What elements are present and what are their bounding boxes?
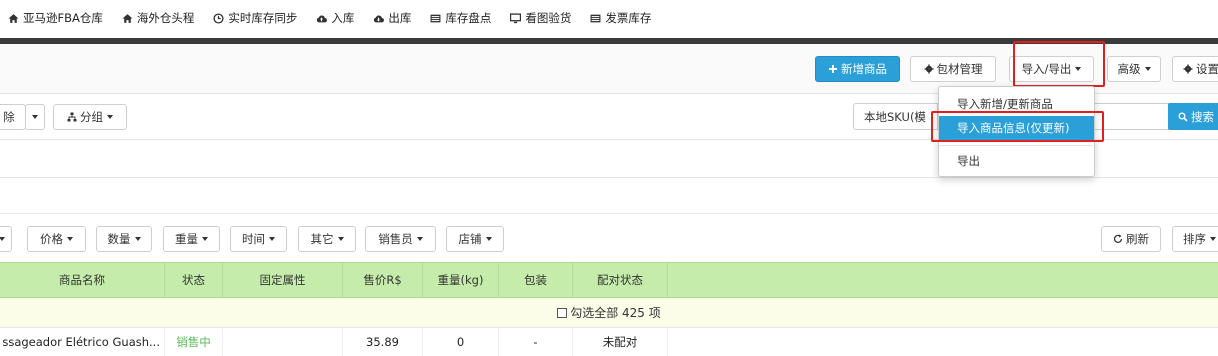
refresh-button[interactable]: 刷新 [1101,226,1161,252]
home-icon [8,13,19,23]
nav-item-outbound[interactable]: 出库 [373,10,411,26]
nav-item-amazon-fba[interactable]: 亚马逊FBA仓库 [8,10,103,26]
refresh-icon [1113,234,1123,243]
caret-down-icon [1075,67,1082,71]
caret-down-icon [134,237,141,241]
nav-item-stocktake[interactable]: 库存盘点 [430,10,491,26]
cell-status: 销售中 [165,328,223,356]
sku-field-select[interactable]: 本地SKU(模 [853,103,938,130]
cell-attr [223,328,343,356]
column-header-status[interactable]: 状态 [165,263,223,297]
caret-down-icon [416,237,423,241]
caret-down-icon [107,115,113,119]
nav-item-stock-sync[interactable]: 实时库存同步 [213,10,297,26]
cell-product-name[interactable]: ssageador Elétrico Guash... [0,328,165,356]
caret-down-icon [1210,237,1216,241]
list-icon [590,14,601,22]
cloud-upload-icon [317,15,328,22]
cell-price: 35.89 [343,328,423,356]
column-header-weight[interactable]: 重量(kg) [423,263,499,297]
settings-button[interactable]: 设置 [1172,56,1218,82]
search-input[interactable] [1093,103,1169,130]
plus-icon [829,65,837,73]
column-header-price[interactable]: 售价R$ [343,263,423,297]
sort-button[interactable]: 排序 [1172,226,1218,252]
nav-item-overseas[interactable]: 海外仓头程 [122,10,194,26]
delete-dropdown-toggle[interactable] [25,104,45,130]
select-all-label: 勾选全部 425 项 [570,306,661,320]
sitemap-icon [67,112,77,122]
column-header-attr[interactable]: 固定属性 [223,263,343,297]
gear-icon [1183,64,1193,74]
caret-down-icon [202,237,208,241]
caret-down-icon [67,237,73,241]
menu-item-import-new-update[interactable]: 导入新增/更新商品 [939,92,1094,116]
list-icon [430,14,441,22]
empty-row [0,178,1218,214]
table-header: 商品名称 状态 固定属性 售价R$ 重量(kg) 包装 配对状态 [0,262,1218,298]
delete-button[interactable]: 除 [0,104,26,130]
packaging-button[interactable]: 包材管理 [910,56,996,82]
cell-weight: 0 [423,328,499,356]
caret-down-icon [269,237,275,241]
filter-other[interactable]: 其它 [298,226,356,252]
advanced-button[interactable]: 高级 [1107,56,1161,82]
search-icon [1178,112,1188,122]
filter-price[interactable]: 价格 [27,226,86,252]
caret-down-icon [337,237,344,241]
select-all-row: 勾选全部 425 项 [0,298,1218,328]
filter-store[interactable]: 店铺 [446,226,504,252]
filter-bar: 价格 数量 重量 时间 其它 销售员 店铺 刷新 排序 [0,214,1218,262]
cell-match: 未配对 [573,328,668,356]
select-all-checkbox[interactable] [557,307,568,318]
nav-item-invoice-stock[interactable]: 发票库存 [590,10,651,26]
menu-item-import-update-only[interactable]: 导入商品信息(仅更新) [939,116,1094,140]
import-export-menu: 导入新增/更新商品 导入商品信息(仅更新) 导出 [938,86,1095,177]
cell-pack: - [499,328,573,356]
add-product-button[interactable]: 新增商品 [815,56,900,82]
filter-time[interactable]: 时间 [230,226,287,252]
top-nav: 亚马逊FBA仓库 海外仓头程 实时库存同步 入库 出库 库存盘点 看图验货 发票… [0,0,1218,36]
filter-weight[interactable]: 重量 [163,226,220,252]
clock-icon [213,12,224,24]
caret-down-icon [0,237,5,241]
menu-divider [939,145,1094,146]
menu-item-export[interactable]: 导出 [939,149,1094,173]
column-header-match[interactable]: 配对状态 [573,263,668,297]
caret-down-icon [485,237,492,241]
group-button[interactable]: 分组 [53,104,127,130]
filter-quantity[interactable]: 数量 [96,226,152,252]
gear-icon [924,64,933,74]
home-icon [122,13,133,23]
import-export-button[interactable]: 导入/导出 [1009,56,1094,82]
filter-dropdown-partial[interactable] [0,226,12,252]
search-button[interactable]: 搜索 [1168,103,1218,130]
filter-salesperson[interactable]: 销售员 [365,226,436,252]
table-row[interactable]: ssageador Elétrico Guash... 销售中 35.89 0 … [0,328,1218,356]
caret-down-icon [32,115,38,119]
nav-item-photo-check[interactable]: 看图验货 [510,10,571,26]
caret-down-icon [1144,67,1151,71]
monitor-icon [510,12,522,23]
cloud-download-icon [374,15,385,22]
column-header-pack[interactable]: 包装 [499,263,573,297]
column-header-name[interactable]: 商品名称 [0,263,165,297]
nav-item-inbound[interactable]: 入库 [316,10,354,26]
